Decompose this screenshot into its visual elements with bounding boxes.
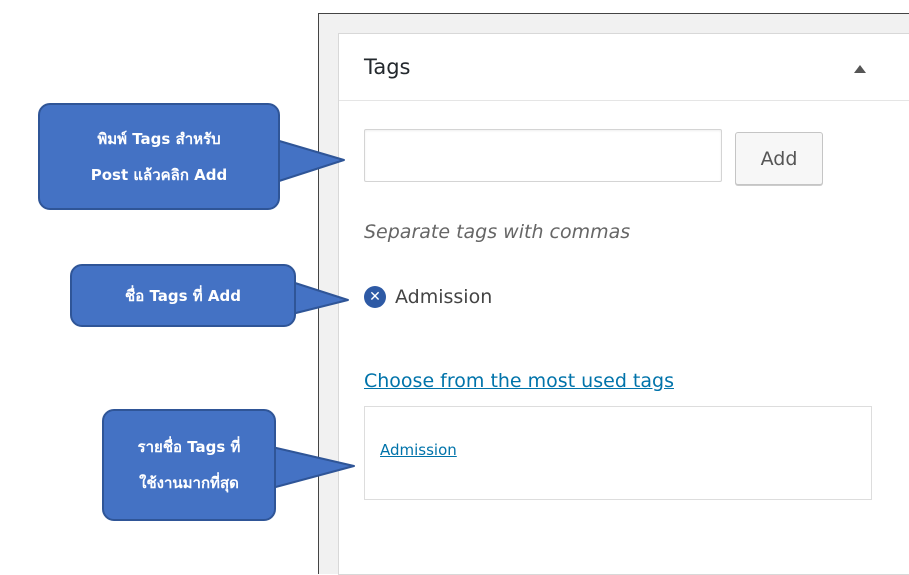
callout-pointer-2 bbox=[291, 281, 349, 315]
callout-text: ชื่อ Tags ที่ Add bbox=[125, 286, 241, 305]
callout-text: ใช้งานมากที่สุด bbox=[139, 474, 239, 492]
callout-text: พิมพ์ Tags สำหรับ bbox=[97, 129, 221, 148]
callout-added-tag: ชื่อ Tags ที่ Add bbox=[70, 264, 296, 327]
callout-pointer-3 bbox=[271, 446, 355, 489]
callout-most-used: รายชื่อ Tags ที่ ใช้งานมากที่สุด bbox=[102, 409, 276, 521]
callout-text: Post แล้วคลิก Add bbox=[90, 165, 228, 184]
callout-pointer-1 bbox=[275, 139, 345, 183]
callout-add-instruction: พิมพ์ Tags สำหรับ Post แล้วคลิก Add bbox=[38, 103, 280, 210]
callout-text: รายชื่อ Tags ที่ bbox=[137, 438, 241, 456]
